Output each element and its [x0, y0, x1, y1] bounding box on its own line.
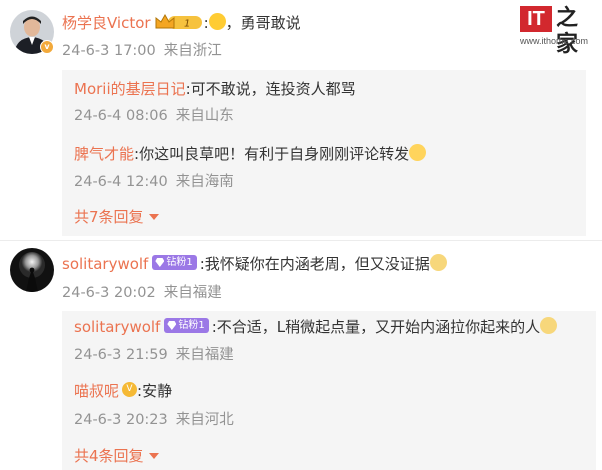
reply-1-1-line: Morii的基层日记:可不敢说，连投资人都骂 — [74, 78, 356, 100]
comment-2-line: solitarywolf 钻粉1 :我怀疑你在内涵老周，但又没证据 — [62, 253, 447, 275]
fan-badge: 钻粉1 — [152, 255, 197, 270]
logo-it: IT — [520, 6, 552, 32]
comment-2-date: 24-6-3 20:02 — [62, 285, 156, 301]
comment-1-username[interactable]: 杨学良Victor — [62, 14, 151, 32]
comment-1-sep: : — [203, 14, 209, 32]
crown-level: 1 — [184, 18, 190, 29]
more-replies-1-button[interactable]: 共7条回复 — [74, 206, 159, 228]
reply-2-1-date: 24-6-3 21:59 — [74, 347, 168, 363]
fan-badge-label: 钻粉1 — [178, 319, 205, 331]
more-replies-1-label: 共7条回复 — [74, 208, 144, 226]
ithome-logo: IT 之家 www.ithome.com — [520, 6, 596, 58]
reply-1-2-username[interactable]: 脾气才能 — [74, 145, 134, 163]
reply-2-2-username[interactable]: 喵叔呢 — [74, 382, 119, 400]
shushing-face-icon — [409, 144, 427, 161]
reply-2-1-line: solitarywolf 钻粉1 :不合适，L稍微起点量，又开始内涵拉你起来的人 — [74, 316, 558, 338]
reply-2-1-location: 来自福建 — [175, 347, 234, 363]
reply-1-1-meta: 24-6-4 08:06 来自山东 — [74, 106, 234, 126]
reply-2-2-meta: 24-6-3 20:23 来自河北 — [74, 410, 234, 430]
reply-2-1-username[interactable]: solitarywolf — [74, 318, 160, 336]
reply-1-2-date: 24-6-4 12:40 — [74, 174, 168, 190]
reply-1-2-meta: 24-6-4 12:40 来自海南 — [74, 172, 234, 192]
crown-badge-icon: 1 — [155, 13, 202, 29]
grinning-face-icon — [208, 13, 226, 30]
comment-1-line: 杨学良Victor 1 : ，勇哥敢说 — [62, 12, 301, 34]
comment-2-meta: 24-6-3 20:02 来自福建 — [62, 283, 222, 303]
comment-1-location: 来自浙江 — [163, 43, 222, 59]
reply-1-2-line: 脾气才能:你这叫良草吧！有利于自身刚刚评论转发 — [74, 143, 427, 165]
reply-2-1-meta: 24-6-3 21:59 来自福建 — [74, 345, 234, 365]
logo-url: www.ithome.com — [520, 36, 589, 46]
reply-1-1-location: 来自山东 — [175, 108, 234, 124]
vip-badge-icon: V — [122, 382, 138, 397]
chevron-down-icon — [148, 452, 159, 459]
diamond-icon — [167, 321, 177, 330]
cat-face-icon — [540, 317, 558, 334]
comment-2-location: 来自福建 — [163, 285, 222, 301]
diamond-icon — [155, 258, 165, 267]
reply-1-1-username[interactable]: Morii的基层日记 — [74, 80, 186, 98]
more-replies-2-button[interactable]: 共4条回复 — [74, 445, 159, 467]
chevron-down-icon — [148, 213, 159, 220]
comment-divider — [0, 240, 602, 241]
verified-badge-icon: v — [40, 40, 54, 54]
reply-1-1-date: 24-6-4 08:06 — [74, 108, 168, 124]
fan-badge-label: 钻粉1 — [166, 256, 193, 268]
comment-1-text: ，勇哥敢说 — [225, 14, 301, 32]
reply-2-2-date: 24-6-3 20:23 — [74, 412, 168, 428]
reply-2-1-text: :不合适，L稍微起点量，又开始内涵拉你起来的人 — [211, 318, 541, 336]
logo-cn: 之家 — [556, 6, 579, 57]
avatar-solitarywolf[interactable] — [10, 248, 54, 292]
reply-2-2-line: 喵叔呢 V:安静 — [74, 380, 172, 402]
fan-badge: 钻粉1 — [164, 318, 209, 333]
reply-1-2-location: 来自海南 — [175, 174, 234, 190]
reply-1-2-text: :你这叫良草吧！有利于自身刚刚评论转发 — [134, 145, 410, 163]
reply-2-2-location: 来自河北 — [175, 412, 234, 428]
comment-1-date: 24-6-3 17:00 — [62, 43, 156, 59]
reply-1-1-text: :可不敢说，连投资人都骂 — [185, 80, 356, 98]
comment-1-meta: 24-6-3 17:00 来自浙江 — [62, 41, 222, 61]
comment-2-text: :我怀疑你在内涵老周，但又没证据 — [199, 255, 430, 273]
reply-2-2-text: :安静 — [137, 382, 173, 400]
comment-2-username[interactable]: solitarywolf — [62, 255, 148, 273]
more-replies-2-label: 共4条回复 — [74, 447, 144, 465]
cat-face-icon — [429, 254, 447, 271]
